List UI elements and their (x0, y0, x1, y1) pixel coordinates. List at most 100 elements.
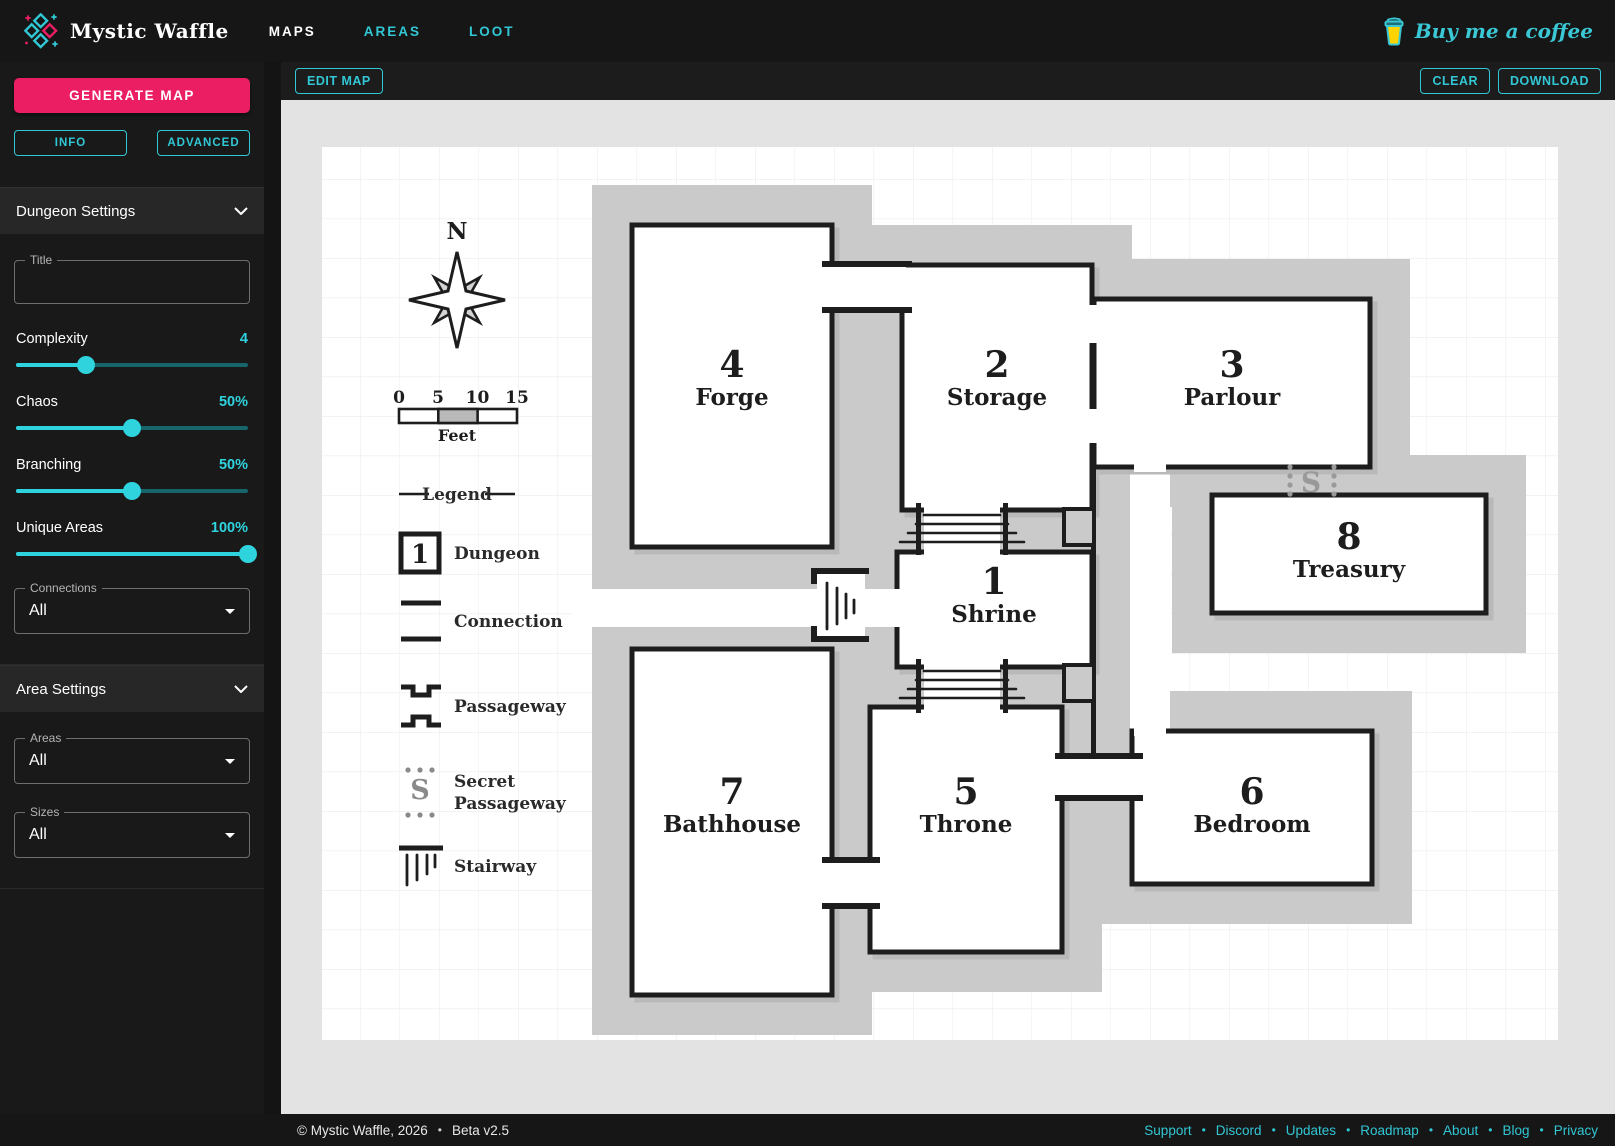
sizes-value: All (29, 826, 47, 843)
dropdown-caret-icon (225, 759, 235, 764)
slider-thumb[interactable] (76, 356, 95, 374)
footer-link-updates[interactable]: Updates (1286, 1123, 1336, 1138)
svg-text:5: 5 (953, 771, 978, 813)
dropdown-caret-icon (225, 833, 235, 838)
dungeon-settings-header[interactable]: Dungeon Settings (0, 187, 264, 234)
footer: © Mystic Waffle, 2026 • Beta v2.5 Suppor… (0, 1114, 1615, 1146)
svg-text:8: 8 (1336, 516, 1361, 558)
slider-thumb[interactable] (239, 545, 257, 563)
svg-text:Bathhouse: Bathhouse (663, 811, 801, 838)
title-input[interactable] (15, 261, 249, 303)
slider-thumb[interactable] (123, 482, 141, 500)
area-settings-panel: Areas All Sizes All (0, 712, 264, 889)
legend-label-connection: Connection (454, 612, 563, 632)
svg-text:Parlour: Parlour (1184, 384, 1281, 411)
footer-link-separator: • (1428, 1123, 1434, 1137)
footer-link-support[interactable]: Support (1144, 1123, 1191, 1138)
area-settings-header[interactable]: Area Settings (0, 665, 264, 712)
footer-copyright: © Mystic Waffle, 2026 • Beta v2.5 (297, 1122, 509, 1138)
footer-link-roadmap[interactable]: Roadmap (1360, 1123, 1419, 1138)
title-field-label: Title (25, 253, 58, 267)
footer-link-privacy[interactable]: Privacy (1554, 1123, 1598, 1138)
slider-complexity: Complexity 4 (14, 331, 250, 374)
legend-title: Legend (422, 485, 492, 505)
coffee-label: Buy me a coffee (1414, 19, 1593, 43)
svg-text:2: 2 (984, 344, 1009, 386)
slider-label: Branching (16, 457, 82, 473)
dungeon-settings-panel: Title Complexity 4 Chaos 50% Branching 50% Uni… (0, 234, 264, 665)
svg-text:1: 1 (981, 561, 1006, 603)
svg-text:Storage: Storage (947, 384, 1047, 411)
svg-text:Treasury: Treasury (1293, 556, 1406, 583)
nav-item-areas[interactable]: AREAS (364, 24, 421, 39)
secret-passage-s: S (1301, 466, 1321, 499)
svg-text:10: 10 (466, 388, 490, 408)
chevron-down-icon (234, 207, 248, 215)
connections-value: All (29, 602, 47, 619)
slider-value: 4 (239, 331, 248, 347)
brand[interactable]: Mystic Waffle (24, 13, 229, 49)
sliders-container: Complexity 4 Chaos 50% Branching 50% Unique Ar… (14, 331, 257, 563)
download-button[interactable]: DOWNLOAD (1498, 68, 1601, 94)
svg-text:Throne: Throne (920, 811, 1013, 838)
svg-text:1: 1 (411, 540, 429, 570)
svg-text:5: 5 (432, 388, 444, 408)
svg-text:7: 7 (719, 771, 744, 813)
generate-map-button[interactable]: GENERATE MAP (14, 78, 250, 113)
svg-text:6: 6 (1239, 771, 1264, 813)
chevron-down-icon (234, 685, 248, 693)
legend-label-secret2: Passageway (454, 794, 567, 814)
areas-label: Areas (25, 731, 67, 745)
app-root: Mystic Waffle MAPS AREAS LOOT Buy me a c… (0, 0, 1615, 1146)
dropdown-caret-icon (225, 609, 235, 614)
footer-link-discord[interactable]: Discord (1216, 1123, 1262, 1138)
footer-link-blog[interactable]: Blog (1503, 1123, 1530, 1138)
areas-select[interactable]: Areas All (14, 731, 250, 784)
footer-links: Support • Discord • Updates • Roadmap • About • Bl… (1144, 1123, 1598, 1138)
info-button[interactable]: INFO (14, 130, 127, 156)
slider-track[interactable] (16, 482, 248, 500)
slider-value: 50% (218, 394, 248, 410)
svg-text:Shrine: Shrine (951, 601, 1037, 628)
advanced-button[interactable]: ADVANCED (157, 130, 250, 156)
svg-text:Bedroom: Bedroom (1193, 811, 1310, 838)
connections-label: Connections (25, 581, 102, 595)
slider-value: 50% (218, 457, 248, 473)
connections-select[interactable]: Connections All (14, 581, 250, 634)
svg-text:0: 0 (393, 388, 405, 408)
legend-label-passageway: Passageway (454, 697, 567, 717)
slider-label: Chaos (16, 394, 58, 410)
clear-button[interactable]: CLEAR (1420, 68, 1490, 94)
dungeon-map-svg[interactable]: S N 0 5 10 15 Feet Legend 1 Dungeon Conn… (281, 100, 1615, 1114)
slider-track[interactable] (16, 545, 257, 563)
brand-title: Mystic Waffle (70, 19, 229, 43)
slider-branching: Branching 50% (14, 457, 250, 500)
slider-track[interactable] (16, 419, 248, 437)
main-area: EDIT MAP CLEAR DOWNLOAD S N 0 5 10 15 Fe… (264, 62, 1615, 1114)
areas-value: All (29, 752, 47, 769)
edit-map-button[interactable]: EDIT MAP (295, 68, 383, 94)
sizes-label: Sizes (25, 805, 65, 819)
nav-links: MAPS AREAS LOOT (269, 24, 515, 39)
title-field-wrap: Title (14, 253, 250, 304)
slider-unique-areas: Unique Areas 100% (14, 520, 257, 563)
slider-label: Unique Areas (16, 520, 104, 536)
footer-link-separator: • (1346, 1123, 1351, 1137)
mystic-waffle-logo-icon (24, 13, 58, 49)
map-canvas[interactable]: S N 0 5 10 15 Feet Legend 1 Dungeon Conn… (281, 100, 1615, 1114)
sizes-select[interactable]: Sizes All (14, 805, 250, 858)
slider-thumb[interactable] (123, 419, 141, 437)
svg-text:4: 4 (719, 344, 744, 386)
nav-item-maps[interactable]: MAPS (269, 24, 316, 39)
footer-link-separator: • (1539, 1123, 1544, 1137)
slider-chaos: Chaos 50% (14, 394, 250, 437)
svg-text:3: 3 (1219, 344, 1244, 386)
nav-item-loot[interactable]: LOOT (469, 24, 515, 39)
footer-link-separator: • (1271, 1123, 1276, 1137)
area-settings-title: Area Settings (16, 680, 107, 698)
slider-track[interactable] (16, 356, 248, 374)
navbar: Mystic Waffle MAPS AREAS LOOT Buy me a c… (0, 0, 1615, 62)
buy-me-a-coffee-link[interactable]: Buy me a coffee (1382, 16, 1593, 46)
scale-unit: Feet (438, 426, 477, 445)
footer-link-about[interactable]: About (1443, 1123, 1478, 1138)
